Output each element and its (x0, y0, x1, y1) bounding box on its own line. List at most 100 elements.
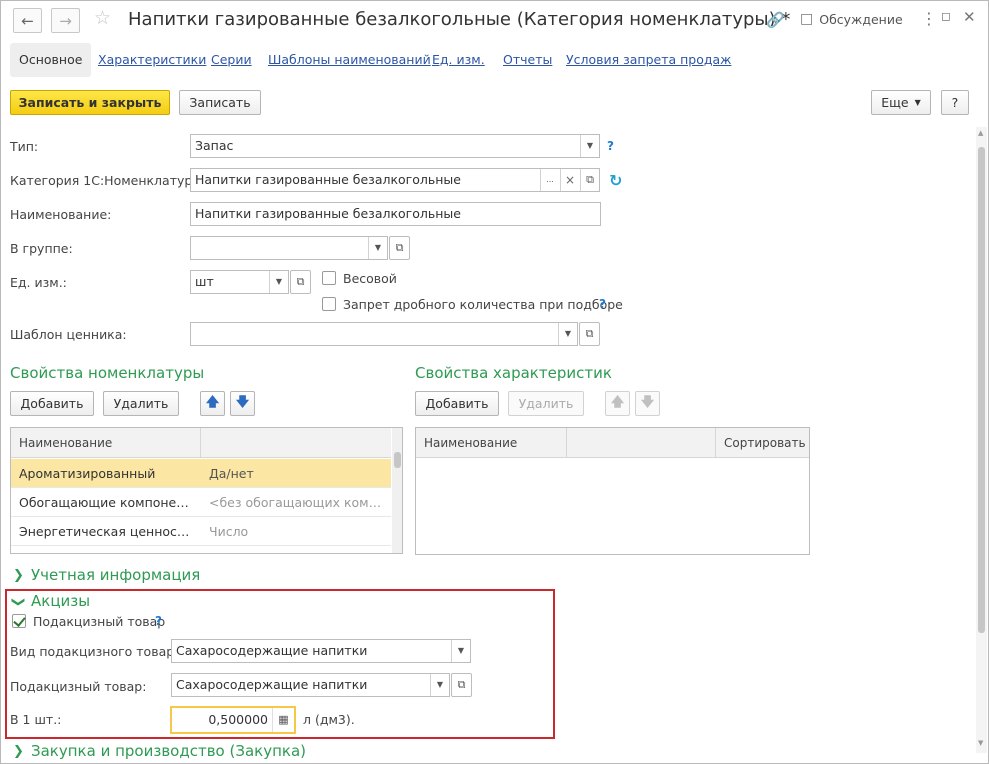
more-button[interactable]: Еще ▼ (871, 90, 931, 115)
save-button[interactable]: Записать (179, 90, 261, 115)
column-header-name[interactable]: Наименование (11, 428, 201, 458)
maximize-icon[interactable]: ◻ (941, 9, 951, 23)
tab-reports[interactable]: Отчеты (503, 43, 552, 77)
chevron-right-icon: ❯ (13, 743, 24, 759)
arrow-up-icon: 🡅 (610, 394, 625, 410)
add-characteristic-button[interactable]: Добавить (415, 391, 499, 416)
scroll-up-icon[interactable]: ▲ (978, 129, 983, 137)
tab-units[interactable]: Ед. изм. (432, 43, 485, 77)
arrow-down-icon: 🡇 (235, 394, 250, 410)
group-label: В группе: (10, 241, 73, 256)
move-up-button[interactable]: 🡅 (605, 391, 630, 416)
help-question-icon[interactable]: ? (155, 614, 162, 628)
chevron-down-icon[interactable]: ▼ (580, 135, 599, 157)
table-row[interactable]: Энергетическая ценность, ... Число (11, 517, 391, 546)
add-property-button[interactable]: Добавить (10, 391, 94, 416)
form-window: ← → ☆ Напитки газированные безалкогольны… (0, 0, 989, 764)
move-down-button[interactable]: 🡇 (230, 391, 255, 416)
open-icon[interactable]: ⧉ (580, 169, 599, 191)
discussion-label: Обсуждение (819, 11, 903, 27)
open-icon[interactable]: ⧉ (389, 236, 410, 260)
table-row[interactable]: Обогащающие компоненты <без обогащающих … (11, 488, 391, 517)
fraction-checkbox[interactable] (322, 297, 336, 311)
chevron-down-icon[interactable]: ▼ (368, 237, 387, 259)
table-row[interactable]: Ароматизированный Да/нет (11, 459, 391, 488)
chevron-down-icon[interactable]: ▼ (269, 271, 288, 293)
chevron-down-icon[interactable]: ▼ (430, 674, 449, 696)
category-field[interactable]: Напитки газированные безалкогольные ... … (190, 168, 600, 192)
excisable-label: Подакцизный товар (33, 614, 166, 629)
refresh-icon[interactable]: ↻ (609, 171, 622, 190)
weight-label: Весовой (343, 271, 397, 286)
discussion-button[interactable]: □ Обсуждение (800, 11, 903, 27)
chevron-down-icon[interactable]: ▼ (558, 323, 577, 345)
accounting-info-label: Учетная информация (31, 566, 201, 584)
delete-characteristic-button[interactable]: Удалить (508, 391, 584, 416)
star-icon[interactable]: ☆ (94, 7, 111, 29)
price-tag-label: Шаблон ценника: (10, 327, 127, 342)
more-label: Еще (881, 95, 909, 110)
per-unit-unit: л (дм3). (303, 712, 355, 727)
characteristic-properties-title: Свойства характеристик (415, 364, 612, 382)
type-field[interactable]: Запас ▼ (190, 134, 600, 158)
group-field[interactable]: ▼ (190, 236, 388, 260)
column-header-value[interactable] (567, 428, 716, 458)
accounting-info-group[interactable]: ❯ Учетная информация (13, 566, 200, 584)
name-label: Наименование: (10, 207, 112, 222)
tab-main[interactable]: Основное (10, 43, 92, 77)
excisable-checkbox[interactable] (12, 614, 26, 628)
move-up-button[interactable]: 🡅 (200, 391, 225, 416)
row-value: Да/нет (209, 466, 254, 481)
calculator-icon[interactable]: ▦ (272, 708, 294, 732)
scrollbar-thumb[interactable] (394, 452, 401, 468)
scrollbar-thumb[interactable] (978, 147, 985, 633)
chevron-down-icon[interactable]: ▼ (451, 640, 470, 662)
arrow-up-icon: 🡅 (205, 394, 220, 410)
open-icon[interactable]: ⧉ (451, 673, 472, 697)
nomenclature-properties-title: Свойства номенклатуры (10, 364, 205, 382)
column-header-name[interactable]: Наименование (416, 428, 567, 458)
name-field[interactable]: Напитки газированные безалкогольные (190, 202, 601, 226)
row-value: <без обогащающих компо... (209, 495, 387, 510)
tab-series[interactable]: Серии (211, 43, 252, 77)
move-down-button[interactable]: 🡇 (635, 391, 660, 416)
more-dots-icon[interactable]: ⋮ (921, 9, 937, 28)
close-icon[interactable]: ✕ (963, 8, 976, 26)
delete-property-button[interactable]: Удалить (103, 391, 179, 416)
excise-product-label: Подакцизный товар: (10, 679, 147, 694)
unit-field[interactable]: шт ▼ (190, 270, 289, 294)
excise-kind-field[interactable]: Сахаросодержащие напитки ▼ (171, 639, 471, 663)
purchase-label: Закупка и производство (Закупка) (31, 742, 306, 760)
excise-group[interactable]: ❯ Акцизы (11, 592, 91, 610)
help-question-icon[interactable]: ? (607, 139, 614, 153)
type-label: Тип: (10, 139, 39, 154)
help-question-icon[interactable]: ? (599, 297, 606, 311)
form-scrollbar[interactable]: ▲ ▼ (976, 127, 987, 753)
link-icon[interactable]: 🔗 (766, 11, 785, 29)
column-header-sort[interactable]: Сортировать (716, 428, 809, 458)
column-header-value[interactable] (201, 428, 391, 458)
open-icon[interactable]: ⧉ (290, 270, 311, 294)
chat-icon: □ (800, 11, 814, 27)
save-and-close-button[interactable]: Записать и закрыть (10, 90, 170, 115)
open-icon[interactable]: ⧉ (579, 322, 600, 346)
weight-checkbox[interactable] (322, 271, 336, 285)
clear-icon[interactable]: × (560, 169, 579, 191)
table-scrollbar[interactable] (392, 428, 402, 553)
price-tag-field[interactable]: ▼ (190, 322, 578, 346)
ellipsis-icon[interactable]: ... (540, 169, 559, 191)
row-name: Энергетическая ценность, ... (19, 524, 194, 539)
purchase-group[interactable]: ❯ Закупка и производство (Закупка) (13, 742, 306, 760)
tab-name-templates[interactable]: Шаблоны наименований (268, 43, 431, 77)
chevron-right-icon: ❯ (13, 567, 24, 583)
per-unit-field[interactable]: 0,500000 ▦ (170, 706, 296, 734)
back-button[interactable]: ← (13, 8, 42, 33)
tab-sale-restrictions[interactable]: Условия запрета продаж (566, 43, 731, 77)
excise-product-field[interactable]: Сахаросодержащие напитки ▼ (171, 673, 450, 697)
forward-button[interactable]: → (51, 8, 80, 33)
arrow-down-icon: 🡇 (640, 394, 655, 410)
tab-characteristics[interactable]: Характеристики (98, 43, 206, 77)
help-button[interactable]: ? (941, 90, 969, 115)
arrow-left-icon: ← (21, 11, 34, 30)
scroll-down-icon[interactable]: ▼ (978, 739, 983, 747)
